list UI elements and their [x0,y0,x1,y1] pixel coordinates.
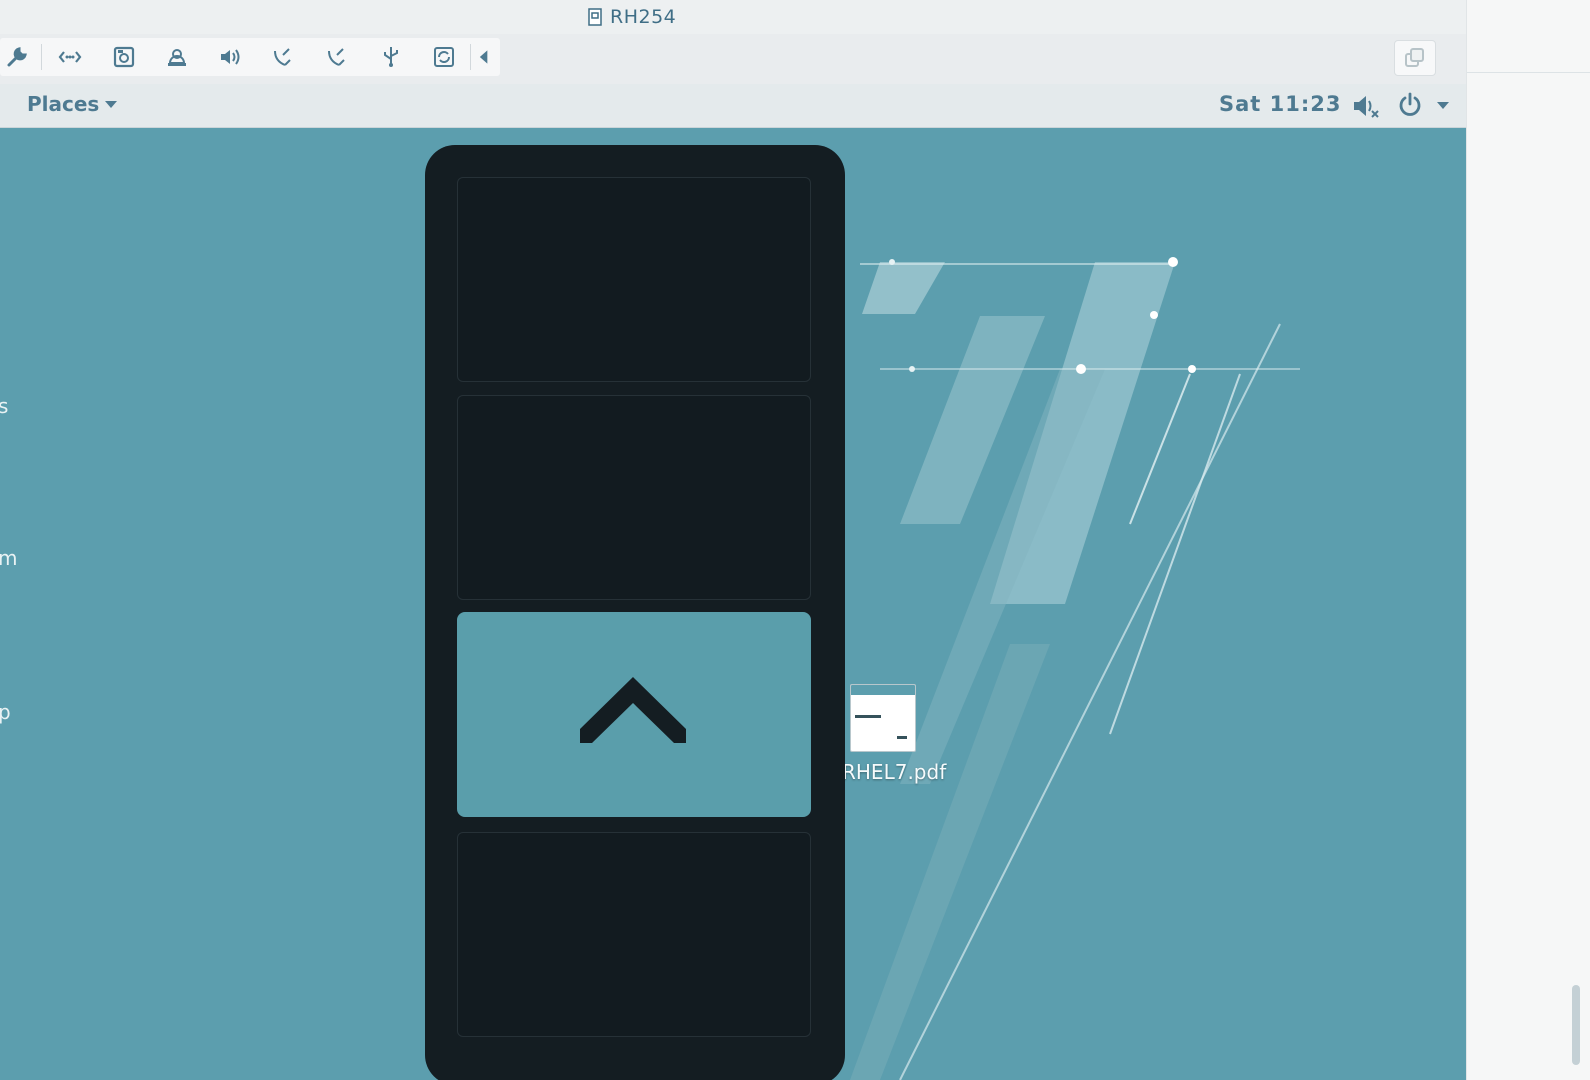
vm-toolbar [0,34,1466,85]
desktop-label-fragment: s [0,394,9,418]
vm-app-icon [588,8,602,26]
workspace-3-active[interactable] [457,612,811,817]
chevron-down-icon [105,100,118,108]
vm-window: RH254 Places Sat 11:23 s m p RHEL7.pdf [0,0,1466,1080]
settings-wrench-icon[interactable] [2,42,32,72]
serial-port-icon-2[interactable] [322,42,352,72]
restore-window-button[interactable] [1394,40,1436,76]
usb-icon[interactable] [376,42,406,72]
audio-icon[interactable] [215,42,245,72]
serial-port-icon[interactable] [268,42,298,72]
host-window-edge [1466,0,1590,1080]
divider [1467,72,1590,73]
desktop-file-rhel7-pdf[interactable]: RHEL7.pdf [842,684,962,784]
pdf-thumbnail-icon [850,684,916,752]
desktop-label-fragment: m [0,546,18,570]
gnome-top-panel: Places Sat 11:23 [0,84,1466,128]
workspace-2[interactable] [457,395,811,600]
restore-icon [1405,48,1424,67]
title-bar: RH254 [0,0,1466,34]
power-icon[interactable] [1397,91,1423,119]
toolbar-separator [470,44,471,70]
workspace-1[interactable] [457,177,811,382]
workspace-4[interactable] [457,832,811,1037]
system-menu-chevron-icon[interactable] [1437,102,1449,109]
places-menu[interactable]: Places [27,92,118,116]
guest-desktop: Places Sat 11:23 s m p RHEL7.pdf [0,84,1466,1080]
disk-icon[interactable] [109,42,139,72]
network-icon[interactable] [55,42,85,72]
places-label: Places [27,92,100,116]
workspace-switcher [425,145,845,1080]
desktop-label-fragment: p [0,700,11,724]
toolbar-separator [41,44,42,70]
shared-folder-icon[interactable] [162,42,192,72]
scrollbar-thumb[interactable] [1572,985,1580,1065]
collapse-left-icon[interactable] [474,42,494,72]
refresh-icon[interactable] [429,42,459,72]
window-title-text: RH254 [610,6,677,28]
window-title: RH254 [588,5,676,29]
chevron-up-icon [580,677,686,743]
volume-muted-icon[interactable] [1352,93,1380,119]
clock[interactable]: Sat 11:23 [1219,92,1342,116]
desktop-file-label: RHEL7.pdf [842,760,947,784]
